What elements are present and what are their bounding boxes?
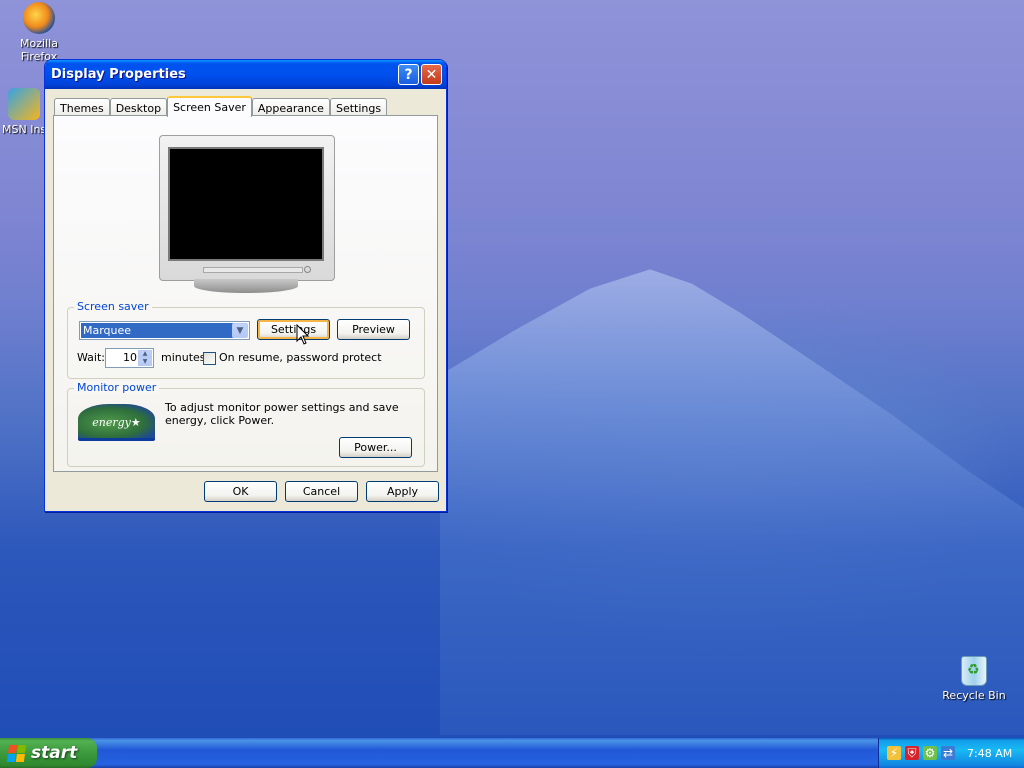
stepper-arrows[interactable]: ▲ ▼ (138, 350, 152, 366)
screen-saver-group: Screen saver Marquee ▼ Settings Preview … (67, 300, 425, 379)
tab-label: Settings (335, 101, 382, 115)
monitor-power-description: To adjust monitor power settings and sav… (165, 401, 399, 427)
energy-logo-text: energy (92, 416, 131, 429)
power-button[interactable]: Power... (339, 437, 412, 458)
close-button[interactable]: ✕ (421, 64, 442, 85)
msn-icon (8, 88, 40, 120)
mouse-cursor-icon (296, 324, 310, 345)
group-label-monitor-power: Monitor power (74, 381, 160, 394)
minutes-label: minutes (161, 351, 206, 364)
desktop-icon-label: MSN Ins (2, 123, 46, 136)
monitor-screen-preview (168, 147, 324, 261)
tab-strip: Themes Desktop Screen Saver Appearance S… (54, 96, 388, 117)
preview-button[interactable]: Preview (337, 319, 410, 340)
screen-saver-selected-value: Marquee (80, 322, 234, 339)
recycle-bin-icon (961, 656, 987, 686)
security-shield-icon[interactable]: ⛨ (905, 746, 919, 760)
desktop-wallpaper-clouds (440, 205, 1024, 245)
monitor-power-group: Monitor power energy★ To adjust monitor … (67, 381, 425, 467)
chevron-down-icon[interactable]: ▼ (232, 323, 248, 338)
desktop-icon-recycle-bin[interactable]: Recycle Bin (940, 656, 1008, 702)
monitor-slot (203, 267, 303, 273)
help-button[interactable]: ? (398, 64, 419, 85)
chevron-up-icon[interactable]: ▲ (138, 350, 152, 358)
tab-screen-saver[interactable]: Screen Saver (167, 96, 252, 117)
start-button[interactable]: start (0, 738, 97, 768)
title-bar[interactable]: Display Properties ? ✕ (45, 60, 446, 89)
start-label: start (31, 743, 78, 763)
wait-minutes-value: 10 (123, 351, 137, 364)
network-icon[interactable]: ⚡ (887, 746, 901, 760)
update-icon[interactable]: ⚙ (923, 746, 937, 760)
energy-star-logo-icon: energy★ (78, 404, 155, 441)
windows-logo-icon (6, 744, 27, 762)
clock[interactable]: 7:48 AM (967, 747, 1012, 760)
wait-minutes-stepper[interactable]: 10 ▲ ▼ (105, 348, 154, 368)
settings-button[interactable]: Settings (257, 319, 330, 340)
display-properties-dialog: Display Properties ? ✕ Themes Desktop Sc… (44, 59, 447, 512)
desktop-icon-msn[interactable]: MSN Ins (2, 88, 46, 136)
dialog-title: Display Properties (51, 67, 186, 82)
chevron-down-icon[interactable]: ▼ (138, 358, 152, 366)
system-tray: ⚡ ⛨ ⚙ ⇄ 7:48 AM (878, 738, 1024, 768)
password-protect-label[interactable]: On resume, password protect (219, 351, 382, 364)
tab-label: Desktop (115, 101, 162, 115)
desktop-icon-label: Recycle Bin (942, 689, 1006, 702)
desktop-wallpaper-mountain (440, 269, 1024, 735)
ok-button[interactable]: OK (204, 481, 277, 502)
taskbar: start ⚡ ⛨ ⚙ ⇄ 7:48 AM (0, 738, 1024, 768)
tab-label: Appearance (257, 101, 324, 115)
screen-saver-select[interactable]: Marquee ▼ (79, 321, 250, 340)
desktop-icon-firefox[interactable]: Mozilla Firefox (2, 2, 76, 63)
dialog-client-area: Themes Desktop Screen Saver Appearance S… (48, 89, 443, 508)
password-protect-checkbox[interactable] (203, 352, 216, 365)
screen-saver-panel: Screen saver Marquee ▼ Settings Preview … (53, 115, 438, 472)
cancel-button[interactable]: Cancel (285, 481, 358, 502)
monitor-stand (194, 279, 298, 293)
monitor-power-led-icon (304, 266, 311, 273)
monitor-preview (159, 135, 335, 295)
tab-label: Screen Saver (173, 101, 246, 114)
tab-label: Themes (60, 101, 104, 115)
group-label-screen-saver: Screen saver (74, 300, 152, 313)
connection-icon[interactable]: ⇄ (941, 746, 955, 760)
wait-label: Wait: (77, 351, 105, 364)
firefox-icon (23, 2, 55, 34)
apply-button[interactable]: Apply (366, 481, 439, 502)
